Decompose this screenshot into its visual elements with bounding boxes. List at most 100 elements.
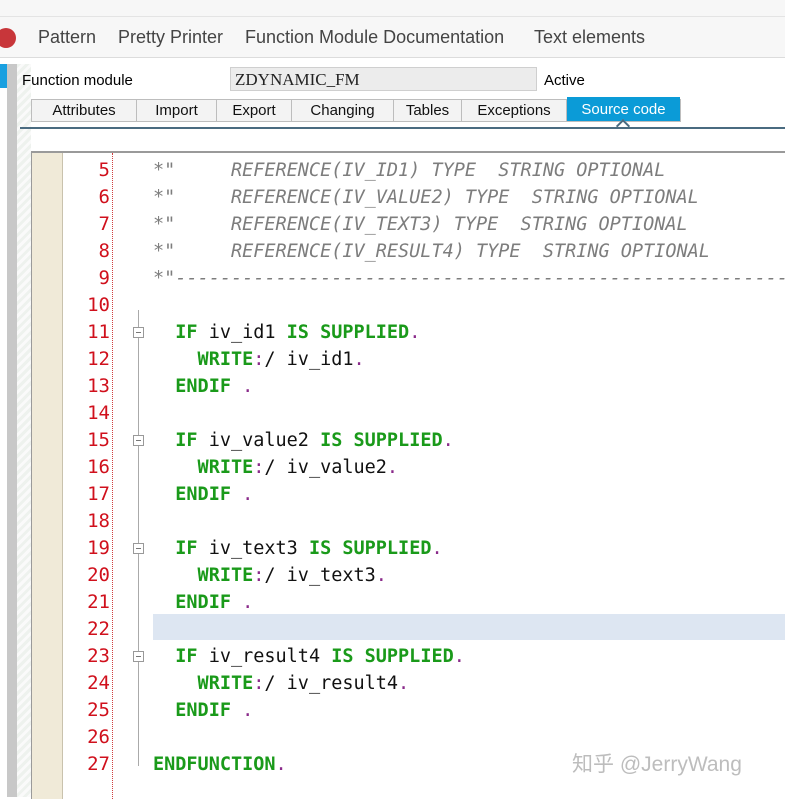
code-text: *" REFERENCE(IV_VALUE2) TYPE STRING OPTI… (153, 184, 699, 211)
line-number: 7 (98, 213, 110, 235)
line-number: 18 (87, 510, 110, 532)
punctuation-token: . (398, 673, 410, 694)
code-line[interactable]: 13 ENDIF . (32, 373, 785, 400)
code-line[interactable]: 20 WRITE:/ iv_text3. (32, 562, 785, 589)
code-text: ENDIF . (153, 373, 253, 400)
keyword-token: ENDFUNCTION (153, 754, 276, 775)
code-line[interactable]: 8 *" REFERENCE(IV_RESULT4) TYPE STRING OP… (32, 238, 785, 265)
splitter-handle[interactable] (7, 64, 17, 797)
punctuation-token: . (353, 349, 365, 370)
code-text: WRITE:/ iv_result4. (153, 670, 410, 697)
function-module-field[interactable]: ZDYNAMIC_FM (230, 67, 537, 91)
source-code-editor[interactable]: 5 *" REFERENCE(IV_ID1) TYPE STRING OPTION… (31, 151, 785, 799)
fm-documentation-button[interactable]: Function Module Documentation (245, 27, 504, 48)
line-number: 21 (87, 591, 110, 613)
keyword-token: ENDIF (153, 376, 231, 397)
tab-strip: Attributes Import Export Changing Tables Exce… (31, 97, 681, 122)
collapse-block-icon[interactable] (133, 327, 144, 338)
punctuation-token: . (230, 700, 254, 721)
keyword-token: IS SUPPLIED (331, 646, 454, 667)
tab-changing[interactable]: Changing (292, 100, 394, 121)
line-number: 10 (87, 294, 110, 316)
code-line[interactable]: 10 (32, 292, 785, 319)
code-line[interactable]: 11 IF iv_id1 IS SUPPLIED. (32, 319, 785, 346)
keyword-token: IF (153, 538, 198, 559)
punctuation-token: . (375, 565, 387, 586)
divider (0, 16, 785, 17)
code-line[interactable]: 6 *" REFERENCE(IV_VALUE2) TYPE STRING OPT… (32, 184, 785, 211)
punctuation-token: . (442, 430, 454, 451)
code-line[interactable]: 26 (32, 724, 785, 751)
collapse-block-icon[interactable] (133, 651, 144, 662)
line-number: 22 (87, 618, 110, 640)
line-number: 19 (87, 537, 110, 559)
keyword-token: WRITE (153, 565, 254, 586)
code-line[interactable]: 15 IF iv_value2 IS SUPPLIED. (32, 427, 785, 454)
line-number: 23 (87, 645, 110, 667)
tab-attributes[interactable]: Attributes (32, 100, 137, 121)
line-number: 27 (87, 753, 110, 775)
punctuation-token: . (230, 376, 254, 397)
identifier-token: / iv_result4 (264, 673, 399, 694)
identifier-token: iv_id1 (197, 322, 287, 343)
punctuation-token: . (275, 754, 287, 775)
code-line[interactable]: 25 ENDIF . (32, 697, 785, 724)
code-line[interactable]: 19 IF iv_text3 IS SUPPLIED. (32, 535, 785, 562)
keyword-token: ENDIF (153, 700, 231, 721)
punctuation-token: : (253, 673, 265, 694)
collapse-block-icon[interactable] (133, 543, 144, 554)
code-line[interactable]: 24 WRITE:/ iv_result4. (32, 670, 785, 697)
identifier-token: / iv_id1 (264, 349, 354, 370)
line-number: 15 (87, 429, 110, 451)
tab-tables[interactable]: Tables (394, 100, 462, 121)
line-number: 11 (87, 321, 110, 343)
keyword-token: ENDIF (153, 592, 231, 613)
code-line[interactable]: 17 ENDIF . (32, 481, 785, 508)
code-text: *" REFERENCE(IV_RESULT4) TYPE STRING OPT… (153, 238, 710, 265)
tab-source-code[interactable]: Source code (567, 97, 680, 121)
code-line[interactable]: 23 IF iv_result4 IS SUPPLIED. (32, 643, 785, 670)
collapse-block-icon[interactable] (133, 435, 144, 446)
punctuation-token: . (431, 538, 443, 559)
code-text: ENDIF . (153, 589, 253, 616)
text-elements-button[interactable]: Text elements (534, 27, 645, 48)
line-number: 9 (98, 267, 110, 289)
line-number: 8 (98, 240, 110, 262)
code-text: WRITE:/ iv_value2. (153, 454, 399, 481)
identifier-token: / iv_text3 (264, 565, 376, 586)
code-line[interactable]: 12 WRITE:/ iv_id1. (32, 346, 785, 373)
comment-token: *" REFERENCE(IV_ID1) TYPE STRING OPTIONA… (153, 160, 666, 181)
keyword-token: WRITE (153, 673, 254, 694)
code-text: WRITE:/ iv_text3. (153, 562, 387, 589)
code-line[interactable]: 21 ENDIF . (32, 589, 785, 616)
tab-exceptions[interactable]: Exceptions (462, 100, 567, 121)
other-object-icon[interactable] (0, 28, 16, 48)
pretty-printer-button[interactable]: Pretty Printer (118, 27, 223, 48)
code-line[interactable]: 5 *" REFERENCE(IV_ID1) TYPE STRING OPTION… (32, 157, 785, 184)
line-number: 6 (98, 186, 110, 208)
code-line[interactable]: 9 *"-------------------------------------… (32, 265, 785, 292)
code-text: ENDIF . (153, 697, 253, 724)
tab-export[interactable]: Export (217, 100, 292, 121)
line-number: 20 (87, 564, 110, 586)
identifier-token: iv_value2 (197, 430, 321, 451)
punctuation-token: . (453, 646, 465, 667)
code-line[interactable]: 7 *" REFERENCE(IV_TEXT3) TYPE STRING OPTI… (32, 211, 785, 238)
code-line[interactable]: 18 (32, 508, 785, 535)
pattern-button[interactable]: Pattern (38, 27, 96, 48)
punctuation-token: : (253, 565, 265, 586)
code-line[interactable]: 14 (32, 400, 785, 427)
code-text: IF iv_value2 IS SUPPLIED. (153, 427, 454, 454)
keyword-token: IS SUPPLIED (286, 322, 410, 343)
line-number: 25 (87, 699, 110, 721)
code-line[interactable]: 22 (32, 616, 785, 643)
punctuation-token: : (253, 349, 265, 370)
keyword-token: IS SUPPLIED (308, 538, 432, 559)
identifier-token: / iv_value2 (264, 457, 387, 478)
line-number: 24 (87, 672, 110, 694)
keyword-token: IF (153, 322, 198, 343)
code-line[interactable]: 16 WRITE:/ iv_value2. (32, 454, 785, 481)
code-text: WRITE:/ iv_id1. (153, 346, 365, 373)
tab-import[interactable]: Import (137, 100, 217, 121)
line-number: 14 (87, 402, 110, 424)
